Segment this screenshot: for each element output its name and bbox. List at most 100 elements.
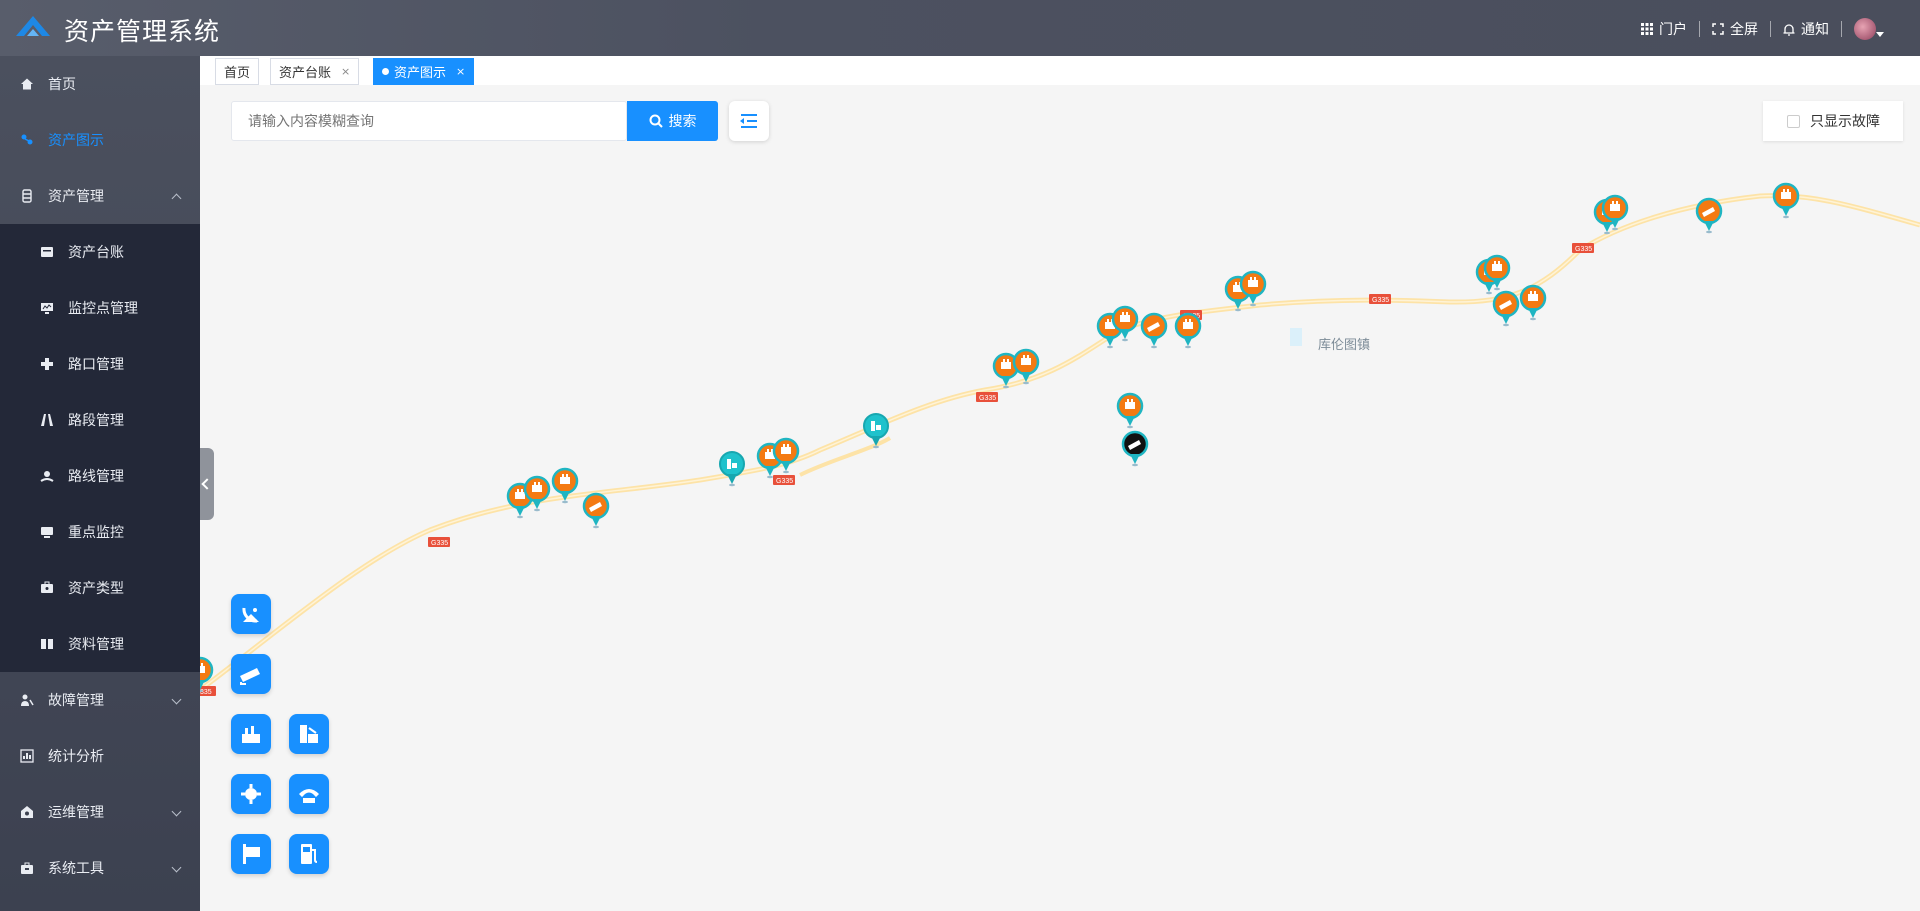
sidebar-subitem-label: 资料管理	[68, 637, 124, 653]
notify-link[interactable]: 通知	[1771, 21, 1842, 38]
app-header: 资产管理系统 门户 全屏 通知	[0, 0, 1920, 56]
screen-icon	[41, 527, 53, 538]
sidebar-subitem-monitor-point[interactable]: 监控点管理	[0, 280, 200, 336]
layer-signal-button[interactable]	[231, 774, 271, 814]
header-actions: 门户 全屏 通知	[1629, 18, 1884, 40]
tab-label: 资产台账	[279, 66, 332, 81]
search-button[interactable]: 搜索	[627, 101, 718, 141]
layer-fuel-button[interactable]	[289, 834, 329, 874]
sidebar-item-home[interactable]: 首页	[0, 56, 200, 112]
sidebar-subitem-label: 资产类型	[68, 581, 124, 597]
sidebar-item-fault[interactable]: 故障管理	[0, 672, 200, 728]
sidebar-item-label: 统计分析	[48, 749, 104, 765]
sidebar-item-label: 运维管理	[48, 805, 104, 821]
layer-sign-button[interactable]	[231, 834, 271, 874]
sidebar-item-tools[interactable]: 系统工具	[0, 840, 200, 896]
svg-text:G335: G335	[979, 395, 996, 402]
town-label: 库伦图镇	[1318, 338, 1371, 353]
sidebar-item-label: 首页	[48, 77, 76, 93]
tab-label: 资产图示	[394, 66, 447, 81]
sidebar-collapse-handle[interactable]	[200, 448, 214, 520]
sidebar-subitem-label: 路段管理	[68, 413, 124, 429]
sidebar-item-label: 资产图示	[48, 133, 104, 149]
tab-label: 首页	[224, 66, 251, 81]
chevron-up-icon	[171, 193, 182, 204]
chevron-down-icon	[171, 862, 182, 873]
sidebar-subitem-route[interactable]: 路线管理	[0, 448, 200, 504]
tab-bar: 首页 资产台账 × 资产图示 ×	[200, 56, 1920, 85]
fault-only-checkbox[interactable]	[1787, 114, 1800, 128]
tab-asset-ledger[interactable]: 资产台账 ×	[270, 58, 360, 85]
portal-link[interactable]: 门户	[1629, 21, 1700, 38]
book-icon	[41, 639, 53, 649]
fullscreen-label: 全屏	[1730, 22, 1758, 38]
sidebar-item-stats[interactable]: 统计分析	[0, 728, 200, 784]
chevron-down-icon	[171, 806, 182, 817]
layer-factory-button[interactable]	[231, 714, 271, 754]
factory-icon	[242, 726, 260, 743]
fault-only-toggle[interactable]: 只显示故障	[1763, 101, 1903, 141]
layer-camera-button[interactable]	[231, 654, 271, 694]
layer-station-button[interactable]	[289, 714, 329, 754]
svg-text:G335: G335	[431, 540, 448, 547]
chevron-down-icon	[171, 694, 182, 705]
close-icon[interactable]: ×	[456, 65, 465, 78]
svg-text:G335: G335	[776, 478, 793, 485]
sidebar-subitem-road-segment[interactable]: 路段管理	[0, 392, 200, 448]
asset-submenu: 资产台账 监控点管理 路口管理 路段管理 路线管理 重点监控 资产类型 资料管理	[0, 224, 200, 672]
sidebar-item-ops[interactable]: 运维管理	[0, 784, 200, 840]
road-icon	[41, 414, 53, 426]
sidebar-subitem-crossroad[interactable]: 路口管理	[0, 336, 200, 392]
sidebar: 首页 资产图示 资产管理 资产台账 监控点管理 路口管理 路段管理 路线管理 重…	[0, 56, 200, 911]
chevron-down-icon	[1876, 32, 1884, 37]
route-icon	[40, 471, 54, 482]
outdent-icon	[740, 114, 757, 128]
toolbox-icon	[21, 862, 33, 874]
asset-icon	[22, 189, 32, 203]
map-marker-icon	[21, 134, 33, 145]
sidebar-subitem-key-monitor[interactable]: 重点监控	[0, 504, 200, 560]
sidebar-item-asset-manage[interactable]: 资产管理	[0, 168, 200, 224]
sidebar-subitem-documents[interactable]: 资料管理	[0, 616, 200, 672]
road-g335	[200, 193, 1920, 692]
sidebar-item-label: 故障管理	[48, 693, 104, 709]
bell-icon	[1783, 23, 1795, 36]
sidebar-subitem-label: 资产台账	[68, 245, 124, 261]
camera-icon	[240, 668, 260, 685]
monitor-icon	[41, 303, 53, 314]
sidebar-item-asset-map[interactable]: 资产图示	[0, 112, 200, 168]
search-icon	[649, 114, 663, 128]
type-icon	[41, 581, 53, 593]
fullscreen-link[interactable]: 全屏	[1700, 21, 1771, 38]
layer-satellite-button[interactable]	[231, 594, 271, 634]
list-toggle-button[interactable]	[729, 101, 769, 141]
sidebar-subitem-label: 重点监控	[68, 525, 124, 541]
sidebar-subitem-ledger[interactable]: 资产台账	[0, 224, 200, 280]
map-canvas: G335 G335 G335 G335 G335 G335 335	[200, 158, 1920, 696]
station-icon	[300, 725, 318, 743]
tab-home[interactable]: 首页	[215, 58, 260, 85]
close-icon[interactable]: ×	[341, 65, 350, 78]
layer-phone-button[interactable]	[289, 774, 329, 814]
grid-icon	[1641, 23, 1653, 35]
traffic-signal-icon	[241, 784, 261, 804]
fault-icon	[21, 694, 34, 706]
sidebar-item-label: 资产管理	[48, 189, 104, 205]
asset-map[interactable]: G335 G335 G335 G335 G335 G335 335	[200, 85, 1920, 911]
ops-icon	[21, 806, 33, 818]
svg-text:G335: G335	[1575, 246, 1592, 253]
road-shield: G335 G335 G335 G335 G335 G335 335	[200, 243, 1594, 696]
home-icon	[21, 78, 33, 90]
search-input[interactable]	[231, 101, 627, 141]
user-avatar[interactable]	[1854, 18, 1884, 40]
phone-icon	[299, 789, 319, 803]
satellite-dish-icon	[242, 607, 259, 623]
sidebar-subitem-label: 监控点管理	[68, 301, 138, 317]
fault-only-label: 只显示故障	[1810, 114, 1880, 130]
portal-label: 门户	[1659, 22, 1687, 38]
sidebar-subitem-asset-type[interactable]: 资产类型	[0, 560, 200, 616]
fuel-station-icon	[301, 844, 318, 864]
tab-asset-map[interactable]: 资产图示 ×	[373, 58, 475, 85]
logo-icon	[16, 16, 50, 36]
app-title: 资产管理系统	[64, 17, 221, 46]
